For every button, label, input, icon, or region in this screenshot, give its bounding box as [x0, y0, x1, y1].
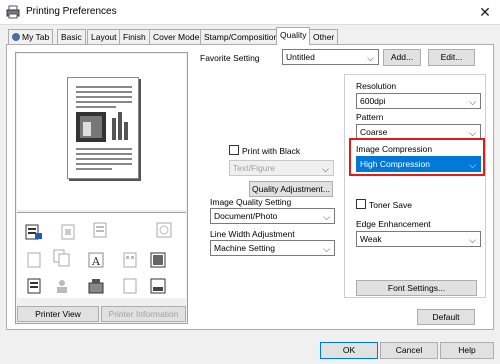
tab-basic[interactable]: Basic: [57, 29, 86, 44]
quality-icon: [149, 251, 167, 269]
staple-icon: [59, 223, 77, 241]
printer-view-icons: A: [17, 212, 186, 298]
font-settings-button[interactable]: Font Settings...: [356, 280, 477, 296]
edge-enhancement-select[interactable]: Weak ⌵: [356, 231, 481, 247]
chevron-down-icon: ⌵: [323, 212, 330, 222]
ok-button[interactable]: OK: [320, 342, 378, 359]
line-width-adjustment-label: Line Width Adjustment: [210, 229, 295, 239]
chevron-down-icon: ⌵: [469, 97, 476, 107]
page-icon: [25, 251, 43, 269]
tray-icon: [25, 223, 43, 241]
image-compression-select[interactable]: High Compression ⌵: [356, 156, 481, 172]
chevron-down-icon: ⌵: [469, 160, 476, 170]
font-icon: A: [87, 251, 105, 269]
window-title: Printing Preferences: [26, 6, 117, 17]
finisher-icon: [87, 277, 105, 295]
resolution-select[interactable]: 600dpi ⌵: [356, 93, 481, 109]
chevron-down-icon: ⌵: [323, 244, 330, 254]
document-icon: [91, 221, 109, 239]
favorite-setting-select[interactable]: Untitled ⌵: [282, 49, 379, 65]
toner-save-label: Toner Save: [369, 200, 412, 210]
print-with-black-label: Print with Black: [242, 146, 301, 156]
image-compression-label: Image Compression: [356, 144, 433, 154]
image-quality-value: Document/Photo: [214, 211, 278, 221]
default-button[interactable]: Default: [417, 309, 475, 325]
toner-save-checkbox[interactable]: [356, 199, 366, 209]
tab-other[interactable]: Other: [309, 29, 339, 44]
chevron-down-icon: ⌵: [469, 235, 476, 245]
page-preview-icon: [67, 77, 139, 179]
pattern-label: Pattern: [356, 112, 384, 122]
favorite-setting-label: Favorite Setting: [200, 53, 260, 63]
text-figure-value: Text/Figure: [233, 163, 276, 173]
pattern-value: Coarse: [360, 127, 388, 137]
edit-favorite-button[interactable]: Edit...: [428, 49, 475, 66]
svg-text:A: A: [91, 255, 101, 268]
tab-stamp-composition[interactable]: Stamp/Composition: [200, 29, 283, 44]
chevron-down-icon: ⌵: [322, 164, 329, 174]
resolution-label: Resolution: [356, 81, 397, 91]
title-bar: Printing Preferences ✕: [0, 0, 500, 24]
user-icon: [53, 277, 71, 295]
image-compression-value: High Compression: [360, 159, 430, 169]
stamp-icon: [155, 221, 173, 239]
multi-page-icon: [53, 249, 71, 267]
printer-information-button: Printer Information: [101, 306, 186, 322]
tab-layout[interactable]: Layout: [87, 29, 121, 44]
tab-my-tab[interactable]: My Tab: [8, 29, 54, 44]
tab-finish[interactable]: Finish: [119, 29, 150, 44]
edge-enhancement-label: Edge Enhancement: [356, 219, 431, 229]
my-tab-icon: [12, 33, 20, 41]
edge-enhancement-value: Weak: [360, 234, 382, 244]
booklet-icon: [25, 277, 43, 295]
line-width-select[interactable]: Machine Setting ⌵: [210, 240, 335, 256]
cancel-button[interactable]: Cancel: [380, 342, 438, 359]
printer-view-button[interactable]: Printer View: [17, 306, 99, 322]
image-quality-setting-label: Image Quality Setting: [210, 197, 292, 207]
output-icon: [121, 277, 139, 295]
resolution-value: 600dpi: [360, 96, 386, 106]
add-favorite-button[interactable]: Add...: [383, 49, 421, 66]
favorite-setting-value: Untitled: [286, 52, 315, 62]
tab-cover-mode[interactable]: Cover Mode: [149, 29, 204, 44]
help-button[interactable]: Help: [440, 342, 494, 359]
print-with-black-checkbox[interactable]: [229, 145, 239, 155]
line-width-value: Machine Setting: [214, 243, 275, 253]
printer-icon: [6, 5, 20, 19]
layout-icon: [121, 251, 139, 269]
chevron-down-icon: ⌵: [367, 53, 374, 63]
close-icon[interactable]: ✕: [476, 3, 494, 21]
text-figure-select: Text/Figure ⌵: [229, 160, 334, 176]
tab-quality[interactable]: Quality: [276, 27, 311, 45]
quality-adjustment-button[interactable]: Quality Adjustment...: [249, 181, 333, 197]
tray-output-icon: [149, 277, 167, 295]
image-quality-select[interactable]: Document/Photo ⌵: [210, 208, 335, 224]
